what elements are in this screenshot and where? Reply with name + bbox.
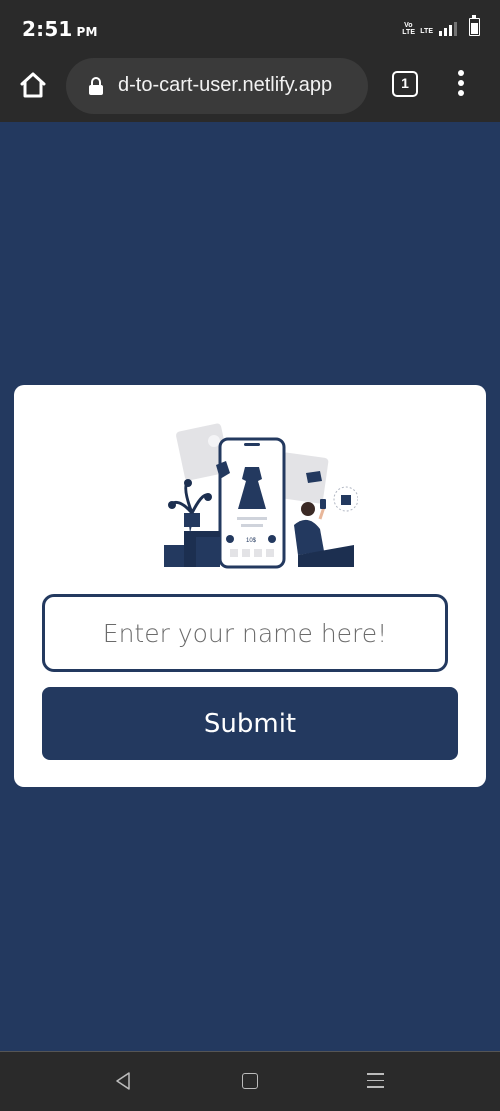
volte-icon: Vo LTE bbox=[402, 22, 415, 36]
browser-toolbar: d-to-cart-user.netlify.app 1 bbox=[0, 56, 500, 122]
battery-icon bbox=[469, 15, 480, 36]
status-bar: 2:51 PM Vo LTE LTE bbox=[0, 0, 500, 56]
back-icon[interactable] bbox=[114, 1071, 132, 1091]
address-bar[interactable]: d-to-cart-user.netlify.app bbox=[66, 58, 368, 114]
status-icons: Vo LTE LTE bbox=[402, 15, 480, 36]
name-input[interactable] bbox=[42, 594, 448, 672]
home-square-icon[interactable] bbox=[242, 1073, 258, 1089]
system-nav-bar bbox=[0, 1051, 500, 1111]
price-tag: 10$ bbox=[246, 538, 257, 544]
url-text: d-to-cart-user.netlify.app bbox=[118, 74, 333, 96]
lte-label: LTE bbox=[420, 28, 433, 35]
more-menu-icon[interactable] bbox=[452, 70, 470, 100]
login-card: 10$ Submit bbox=[14, 385, 486, 787]
signal-icon bbox=[439, 22, 457, 36]
status-ampm: PM bbox=[76, 25, 98, 39]
status-clock: 2:51 bbox=[22, 17, 73, 41]
home-icon[interactable] bbox=[18, 70, 48, 100]
recents-icon[interactable] bbox=[367, 1073, 384, 1089]
shopping-illustration: 10$ bbox=[164, 423, 358, 569]
submit-button[interactable]: Submit bbox=[42, 687, 458, 760]
lock-icon bbox=[89, 77, 103, 95]
tab-switcher-icon[interactable]: 1 bbox=[392, 71, 418, 97]
status-time: 2:51 PM bbox=[22, 17, 98, 41]
